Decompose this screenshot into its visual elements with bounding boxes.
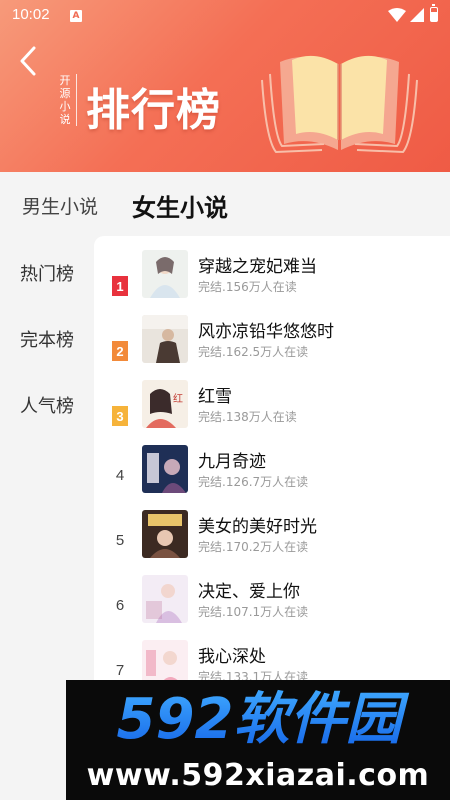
book-row[interactable]: 5 美女的美好时光 完结.170.2万人在读 xyxy=(94,510,450,576)
book-title: 美女的美好时光 xyxy=(198,517,317,537)
rank-number: 6 xyxy=(115,597,125,614)
brand-vertical-text: 开 源 小 说 xyxy=(58,74,72,126)
book-cover xyxy=(142,445,188,493)
rank-number: 5 xyxy=(115,532,125,549)
book-row[interactable]: 3 红 红雪 完结.138万人在读 xyxy=(94,380,450,446)
brand-char: 开 xyxy=(59,74,71,87)
side-item-popular[interactable]: 人气榜 xyxy=(20,392,74,418)
svg-text:红: 红 xyxy=(173,392,183,405)
book-meta: 完结.126.7万人在读 xyxy=(198,475,309,489)
book-title: 九月奇迹 xyxy=(198,452,266,472)
tab-female-novels[interactable]: 女生小说 xyxy=(132,188,228,223)
rank-badge-icon: 2 xyxy=(112,341,128,361)
watermark-logo: 592软件园 xyxy=(117,687,410,750)
watermark-banner: 592软件园 www.592xiazai.com xyxy=(66,680,450,800)
rank-number: 4 xyxy=(115,467,125,484)
brand-char: 源 xyxy=(59,87,71,100)
book-row[interactable]: 4 九月奇迹 完结.126.7万人在读 xyxy=(94,445,450,511)
rank-badge-icon: 3 xyxy=(112,406,128,426)
back-button[interactable] xyxy=(14,44,44,78)
side-item-completed[interactable]: 完本榜 xyxy=(20,326,74,352)
brand-divider xyxy=(76,74,77,126)
book-meta: 完结.107.1万人在读 xyxy=(198,605,309,619)
tab-male-novels[interactable]: 男生小说 xyxy=(22,192,98,219)
book-cover: 红 xyxy=(142,380,188,428)
book-title: 我心深处 xyxy=(198,647,266,667)
book-cover xyxy=(142,575,188,623)
status-bar: 10:02 A xyxy=(0,0,450,30)
book-meta: 完结.156万人在读 xyxy=(198,280,297,294)
watermark-logo-text: 592软件园 xyxy=(117,687,410,750)
book-meta: 完结.170.2万人在读 xyxy=(198,540,309,554)
status-time: 10:02 xyxy=(12,6,50,23)
watermark-url: www.592xiazai.com xyxy=(86,758,430,793)
side-item-hot[interactable]: 热门榜 xyxy=(20,260,74,286)
open-book-icon xyxy=(261,55,418,154)
notification-icon: A xyxy=(70,10,82,22)
book-row[interactable]: 6 决定、爱上你 完结.107.1万人在读 xyxy=(94,575,450,641)
book-title: 穿越之宠妃难当 xyxy=(198,257,317,277)
book-meta: 完结.138万人在读 xyxy=(198,410,297,424)
header: 10:02 A 开 源 小 说 排行榜 xyxy=(0,0,450,172)
book-row[interactable]: 2 风亦凉铅华悠悠时 完结.162.5万人在读 xyxy=(94,315,450,381)
page-title: 排行榜 xyxy=(86,85,221,136)
book-cover xyxy=(142,250,188,298)
book-meta: 完结.162.5万人在读 xyxy=(198,345,309,359)
rank-badge-icon: 1 xyxy=(112,276,128,296)
book-title: 决定、爱上你 xyxy=(198,582,300,602)
rank-number: 1 xyxy=(116,279,123,294)
book-cover xyxy=(142,315,188,363)
brand-char: 小 xyxy=(59,100,71,113)
wifi-icon xyxy=(388,8,406,22)
back-arrow-icon xyxy=(20,46,36,76)
rank-number: 2 xyxy=(116,344,123,359)
book-row[interactable]: 1 穿越之宠妃难当 完结.156万人在读 xyxy=(94,250,450,316)
battery-icon xyxy=(430,4,438,22)
signal-icon xyxy=(410,8,424,22)
rank-number: 3 xyxy=(116,409,123,424)
category-tabs: 男生小说 女生小说 xyxy=(0,172,450,234)
book-title: 红雪 xyxy=(198,387,232,407)
book-title: 风亦凉铅华悠悠时 xyxy=(198,322,334,342)
brand-char: 说 xyxy=(59,113,71,126)
book-cover xyxy=(142,510,188,558)
